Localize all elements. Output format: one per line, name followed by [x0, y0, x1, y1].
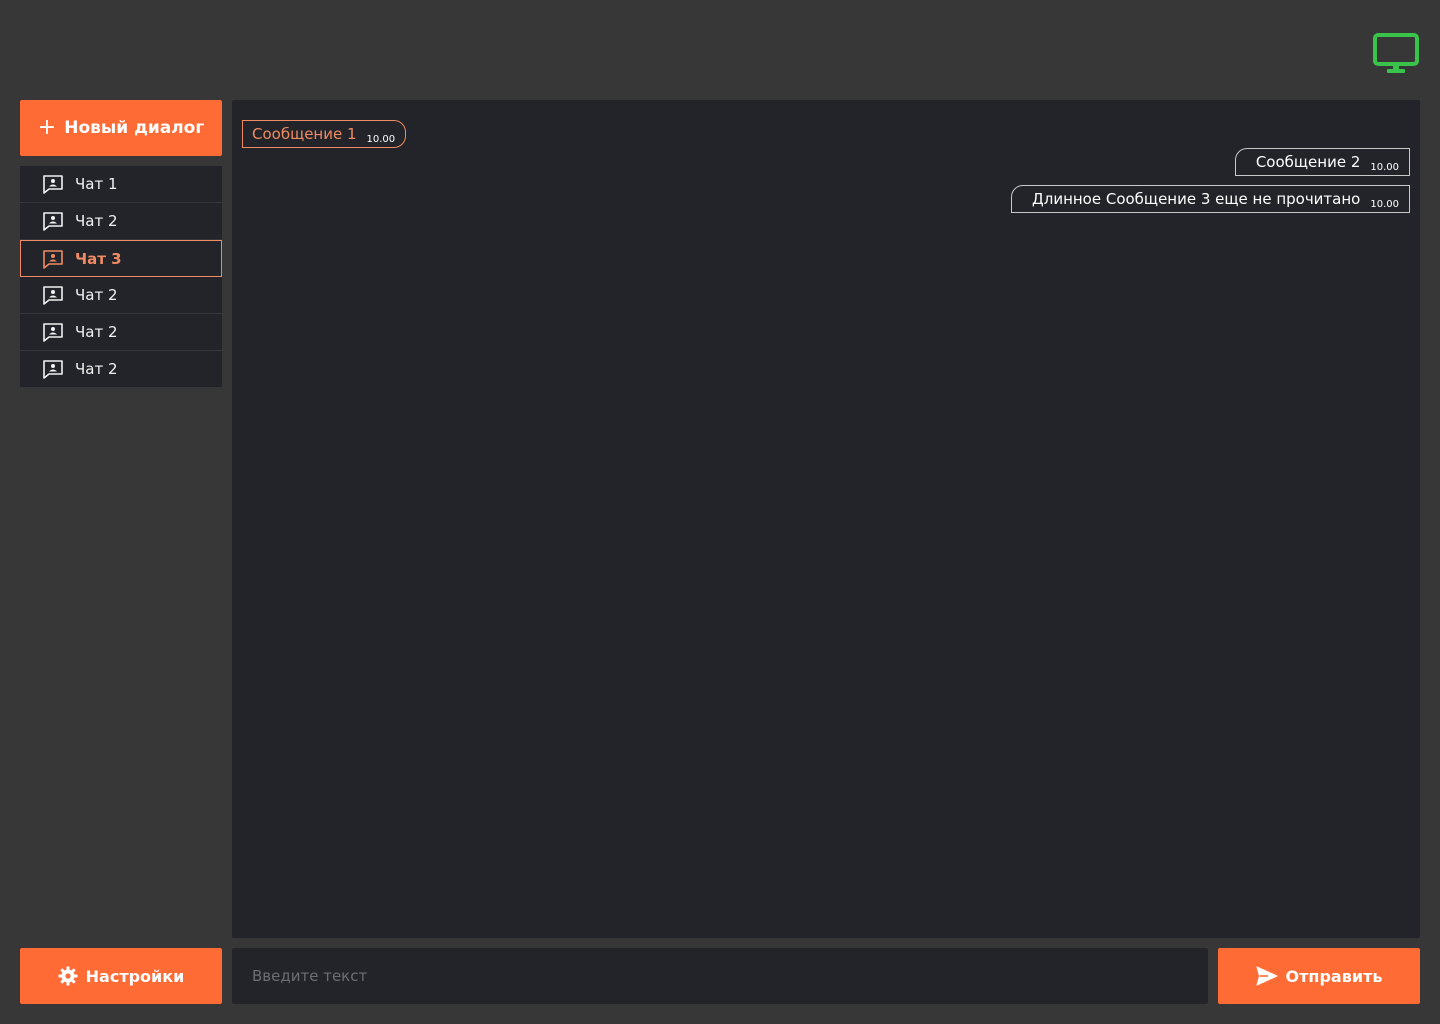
- chat-item[interactable]: Чат 1: [20, 166, 222, 203]
- chat-icon: [42, 285, 64, 305]
- chat-item[interactable]: Чат 2: [20, 351, 222, 388]
- message-incoming: Сообщение 1 10.00: [242, 120, 407, 148]
- chat-item-label: Чат 2: [75, 286, 118, 304]
- message-input[interactable]: [232, 948, 1208, 1004]
- chat-icon: [42, 249, 64, 269]
- new-dialog-button[interactable]: + Новый диалог: [20, 100, 222, 156]
- plus-icon: +: [37, 115, 57, 140]
- chat-icon: [42, 359, 64, 379]
- settings-label: Настройки: [85, 966, 185, 986]
- chat-item-label: Чат 2: [75, 323, 118, 341]
- message-outgoing: Сообщение 2 10.00: [1234, 148, 1410, 176]
- chat-item[interactable]: Чат 2: [20, 277, 222, 314]
- gear-icon: [58, 966, 78, 986]
- chat-icon: [42, 322, 64, 342]
- message-text: Сообщение 1: [252, 125, 357, 143]
- message-outgoing: Длинное Сообщение 3 еще не прочитано 10.…: [1011, 185, 1410, 213]
- chat-item[interactable]: Чат 2: [20, 314, 222, 351]
- send-button[interactable]: Отправить: [1218, 948, 1420, 1004]
- chat-item-active[interactable]: Чат 3: [20, 240, 222, 277]
- monitor-icon: [1373, 33, 1419, 73]
- chat-list: Чат 1 Чат 2 Чат 3 Чат 2 Чат 2 Чат 2: [20, 166, 222, 388]
- chat-item-label: Чат 2: [75, 212, 118, 230]
- message-time: 10.00: [1370, 161, 1399, 173]
- messages-panel: Сообщение 1 10.00 Сообщение 2 10.00 Длин…: [232, 100, 1420, 938]
- settings-button[interactable]: Настройки: [20, 948, 222, 1004]
- chat-item-label: Чат 2: [75, 360, 118, 378]
- send-label: Отправить: [1285, 966, 1383, 986]
- new-dialog-label: Новый диалог: [64, 118, 205, 138]
- message-text: Длинное Сообщение 3 еще не прочитано: [1032, 190, 1361, 208]
- message-time: 10.00: [1370, 198, 1399, 210]
- chat-item[interactable]: Чат 2: [20, 203, 222, 240]
- message-text: Сообщение 2: [1255, 153, 1361, 171]
- chat-item-label: Чат 1: [75, 175, 118, 193]
- chat-icon: [42, 174, 64, 194]
- chat-icon: [42, 211, 64, 231]
- message-time: 10.00: [366, 133, 396, 145]
- chat-item-label: Чат 3: [75, 249, 122, 268]
- send-icon: [1256, 966, 1278, 986]
